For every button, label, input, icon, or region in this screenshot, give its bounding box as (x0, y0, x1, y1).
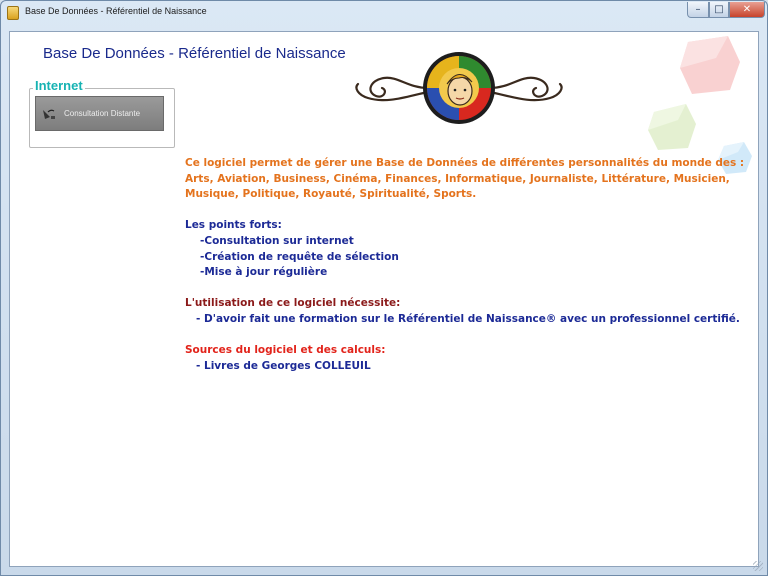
intro-line-2: Arts, Aviation, Business, Cinéma, Financ… (185, 172, 730, 185)
maximize-icon: □ (714, 4, 724, 15)
medallion-emblem-icon (355, 52, 563, 124)
minimize-icon: – (695, 4, 701, 15)
close-button[interactable]: ✕ (729, 2, 765, 18)
close-icon: ✕ (742, 4, 752, 15)
intro-line-3: Musique, Politique, Royauté, Spiritualit… (185, 188, 477, 201)
strength-item: -Consultation sur internet (200, 234, 354, 247)
strength-item: -Mise à jour régulière (200, 266, 328, 279)
app-icon (7, 6, 19, 20)
resize-grip[interactable] (753, 561, 763, 571)
sources-title: Sources du logiciel et des calculs: (185, 344, 386, 357)
source-item: - Livres de Georges COLLEUIL (196, 359, 371, 372)
window-title: Base De Données - Référentiel de Naissan… (25, 6, 207, 16)
internet-group-label: Internet (33, 78, 85, 93)
title-bar[interactable]: Base De Données - Référentiel de Naissan… (1, 1, 767, 25)
consultation-distante-button[interactable]: Consultation Distante (35, 96, 164, 131)
intro-line-1: Ce logiciel permet de gérer une Base de … (185, 157, 745, 169)
consultation-distante-label: Consultation Distante (64, 109, 141, 118)
strengths-title: Les points forts: (185, 219, 282, 232)
requirement-item: - D'avoir fait une formation sur le Réfé… (196, 312, 740, 325)
main-panel: Base De Données - Référentiel de Naissan… (9, 31, 759, 567)
maximize-button[interactable]: □ (709, 2, 729, 18)
satellite-dish-icon (43, 109, 55, 119)
requirements-title: L'utilisation de ce logiciel nécessite: (185, 297, 401, 310)
minimize-button[interactable]: – (687, 2, 709, 18)
description-text: Ce logiciel permet de gérer une Base de … (185, 156, 745, 374)
page-title: Base De Données - Référentiel de Naissan… (43, 45, 346, 62)
strength-item: -Création de requête de sélection (200, 250, 399, 263)
application-window: Base De Données - Référentiel de Naissan… (0, 0, 768, 576)
